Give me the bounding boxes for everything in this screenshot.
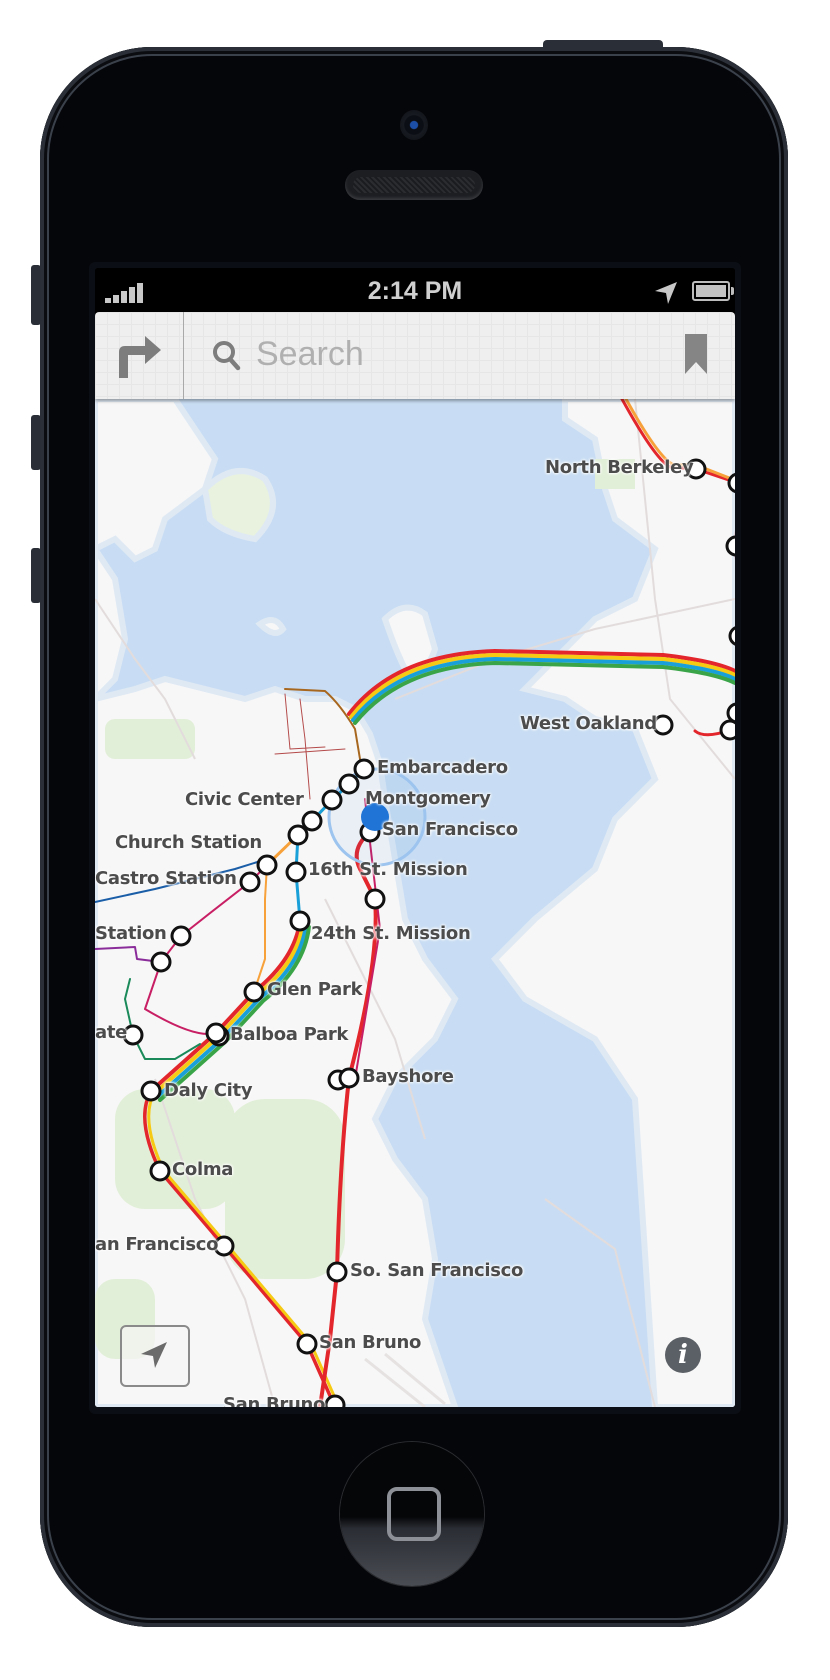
station-glen-park xyxy=(243,981,265,1003)
station-powell xyxy=(321,789,343,811)
station-embarcadero xyxy=(353,758,375,780)
station-bayshore xyxy=(338,1067,360,1089)
bookmark-icon[interactable] xyxy=(685,334,707,374)
status-time: 2:14 PM xyxy=(367,277,463,305)
search-input[interactable] xyxy=(256,330,676,378)
station-label[interactable]: Castro Station xyxy=(95,868,237,889)
mute-switch[interactable] xyxy=(31,265,41,325)
station-east-1 xyxy=(727,472,735,494)
station-so-san-francisco xyxy=(326,1261,348,1283)
station-san-bruno-2 xyxy=(324,1394,346,1407)
station-label[interactable]: an Francisco xyxy=(95,1234,219,1255)
station-east-5 xyxy=(719,719,735,741)
station-van-ness xyxy=(301,810,323,832)
station-label[interactable]: ate xyxy=(95,1022,127,1043)
station-label[interactable]: Bayshore xyxy=(362,1066,454,1087)
station-label[interactable]: West Oakland xyxy=(520,713,657,734)
station-colma xyxy=(149,1160,171,1182)
info-button[interactable]: i xyxy=(665,1337,701,1373)
station-label[interactable]: 16th St. Mission xyxy=(308,859,468,880)
sleep-button[interactable] xyxy=(543,40,663,50)
earpiece-speaker xyxy=(345,170,483,200)
battery-icon xyxy=(692,281,734,301)
station-east-3 xyxy=(728,626,735,646)
station-label[interactable]: San Bruno xyxy=(319,1332,421,1353)
map-base xyxy=(95,399,735,1407)
station-label[interactable]: Embarcadero xyxy=(377,757,508,778)
station-castro xyxy=(239,871,261,893)
station-montgomery xyxy=(338,773,360,795)
station-22nd-st xyxy=(364,888,386,910)
station-label[interactable]: Civic Center xyxy=(185,789,304,810)
turn-right-arrow-icon xyxy=(119,336,161,378)
station-west-portal xyxy=(170,925,192,947)
navigation-bar xyxy=(95,312,735,399)
station-label[interactable]: San Francisco xyxy=(382,819,518,840)
home-button[interactable] xyxy=(340,1442,484,1586)
locate-me-button[interactable] xyxy=(120,1325,190,1387)
station-label[interactable]: Station xyxy=(95,923,167,944)
location-arrow-icon xyxy=(141,1342,167,1368)
station-forest-hill xyxy=(150,951,172,973)
station-civic-center xyxy=(287,824,309,846)
station-label[interactable]: San Bruno xyxy=(223,1394,325,1407)
station-label[interactable]: Daly City xyxy=(164,1080,253,1101)
search-field[interactable] xyxy=(184,312,735,399)
station-label[interactable]: So. San Francisco xyxy=(350,1260,523,1281)
station-16th-st-mission xyxy=(285,861,307,883)
screen: 2:14 PM Search North Berkeley West Oakla… xyxy=(95,268,735,1407)
station-daly-city xyxy=(140,1080,162,1102)
station-label[interactable]: Glen Park xyxy=(267,979,363,1000)
station-church xyxy=(256,854,278,876)
station-label[interactable]: 24th St. Mission xyxy=(311,923,471,944)
search-icon xyxy=(213,341,241,371)
station-label[interactable]: Montgomery xyxy=(365,788,491,809)
status-bar: 2:14 PM xyxy=(95,268,735,312)
station-24th-st-mission xyxy=(289,910,311,932)
volume-down-button[interactable] xyxy=(31,548,41,603)
station-label[interactable]: Colma xyxy=(172,1159,233,1180)
station-label[interactable]: Church Station xyxy=(115,832,262,853)
station-east-4 xyxy=(726,702,735,724)
station-balboa-park xyxy=(205,1022,227,1044)
station-label[interactable]: North Berkeley xyxy=(545,457,694,478)
volume-up-button[interactable] xyxy=(31,415,41,470)
directions-button[interactable] xyxy=(95,312,184,399)
land xyxy=(95,399,735,1407)
location-services-icon xyxy=(655,282,677,304)
station-east-2 xyxy=(725,535,735,557)
transit-map[interactable]: North Berkeley West Oakland Embarcadero … xyxy=(95,399,735,1407)
front-camera xyxy=(400,110,428,140)
station-san-bruno xyxy=(296,1333,318,1355)
station-label[interactable]: Balboa Park xyxy=(230,1024,348,1045)
